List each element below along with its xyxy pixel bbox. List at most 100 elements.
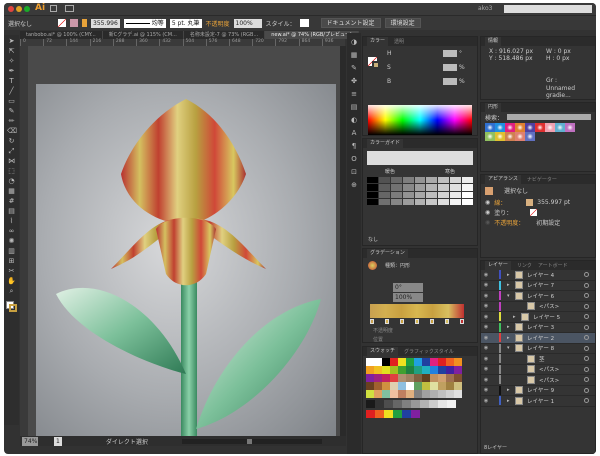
- guide-swatch[interactable]: [378, 177, 390, 184]
- swatch[interactable]: [402, 410, 411, 418]
- guide-swatch[interactable]: [462, 191, 473, 198]
- bridge-icon[interactable]: [50, 5, 57, 12]
- guide-swatch[interactable]: [438, 177, 450, 184]
- swatch[interactable]: [422, 358, 430, 366]
- guide-swatch[interactable]: [414, 198, 426, 205]
- layer-name[interactable]: レイヤー 9: [527, 386, 554, 394]
- swatch[interactable]: [382, 390, 390, 398]
- swatch[interactable]: [446, 374, 454, 382]
- artboard[interactable]: [36, 84, 336, 439]
- swatch[interactable]: [366, 382, 374, 390]
- swatch[interactable]: [454, 358, 462, 366]
- stroke-label[interactable]: 線：: [494, 198, 506, 207]
- tab-graphic-styles[interactable]: グラフィックスタイル: [404, 348, 454, 355]
- hand-tool-icon[interactable]: ✋: [7, 277, 16, 285]
- zoom-field[interactable]: 74%: [22, 436, 38, 446]
- zoom-tool-icon[interactable]: ⌕: [7, 287, 16, 295]
- s-field[interactable]: [443, 64, 457, 71]
- layer-name[interactable]: レイヤー 4: [527, 271, 554, 279]
- layer-row[interactable]: ◉ ▾ レイヤー 8: [481, 343, 595, 354]
- expand-arrow-icon[interactable]: ▸: [507, 282, 515, 288]
- tab-brushes[interactable]: 円形: [485, 103, 502, 112]
- swatch[interactable]: [446, 390, 454, 398]
- target-circle-icon[interactable]: [584, 366, 589, 372]
- guide-swatch[interactable]: [402, 191, 414, 198]
- guide-swatch[interactable]: [426, 177, 438, 184]
- aspect-ratio-field[interactable]: 100%: [393, 293, 423, 302]
- brush-icon[interactable]: ✎: [350, 64, 358, 72]
- layer-name[interactable]: レイヤー 8: [527, 344, 554, 352]
- transform-icon[interactable]: ⊡: [350, 168, 358, 176]
- swatch[interactable]: [384, 410, 393, 418]
- swatch[interactable]: [414, 390, 422, 398]
- swatch[interactable]: [366, 410, 375, 418]
- guide-swatch[interactable]: [438, 191, 450, 198]
- swatch[interactable]: [398, 366, 406, 374]
- guide-swatch[interactable]: [367, 184, 378, 191]
- swatch[interactable]: [414, 366, 422, 374]
- fill-stroke-indicator[interactable]: [6, 301, 17, 312]
- guide-swatch[interactable]: [450, 191, 462, 198]
- swatch[interactable]: [393, 400, 402, 408]
- brush-swatch[interactable]: [505, 132, 515, 141]
- swatch[interactable]: [454, 390, 462, 398]
- layer-name[interactable]: <パス>: [539, 376, 559, 384]
- layer-name[interactable]: レイヤー 2: [527, 334, 554, 342]
- tab-links[interactable]: リンク: [517, 262, 532, 269]
- swatch[interactable]: [446, 358, 454, 366]
- swatch[interactable]: [374, 374, 382, 382]
- visibility-eye-icon[interactable]: ◉: [481, 398, 491, 404]
- swatch[interactable]: [398, 374, 406, 382]
- pen-tool-icon[interactable]: ✒: [7, 67, 16, 75]
- swatch[interactable]: [406, 358, 414, 366]
- swatch[interactable]: [366, 390, 374, 398]
- guide-swatch[interactable]: [414, 177, 426, 184]
- stroke-icon[interactable]: ≡: [350, 90, 358, 98]
- visibility-eye-icon[interactable]: ◉: [481, 314, 491, 320]
- swatch[interactable]: [374, 382, 382, 390]
- guide-swatch[interactable]: [378, 191, 390, 198]
- b-field[interactable]: [443, 78, 457, 85]
- swatch[interactable]: [430, 390, 438, 398]
- layer-row[interactable]: ◉ ▸ レイヤー 9: [481, 385, 595, 396]
- guide-swatch[interactable]: [462, 177, 473, 184]
- brush-swatch[interactable]: [525, 132, 535, 141]
- layer-row[interactable]: ◉ ▸ レイヤー 3: [481, 322, 595, 333]
- workspace-user[interactable]: ako3: [478, 5, 492, 12]
- guide-swatch[interactable]: [402, 198, 414, 205]
- brush-swatch[interactable]: [515, 123, 525, 132]
- visibility-eye-icon[interactable]: ◉: [481, 272, 491, 278]
- free-transform-icon[interactable]: ⬚: [7, 167, 16, 175]
- expand-arrow-icon[interactable]: ▸: [513, 314, 521, 320]
- document-tab[interactable]: 名称未設定-7 @ 73% (RGB...: [184, 31, 266, 39]
- help-search-input[interactable]: [504, 5, 592, 13]
- paintbrush-tool-icon[interactable]: ✎: [7, 107, 16, 115]
- gradient-tool-icon[interactable]: ▤: [7, 207, 16, 215]
- blend-tool-icon[interactable]: ∞: [7, 227, 16, 235]
- rectangle-tool-icon[interactable]: ▭: [7, 97, 16, 105]
- swatch[interactable]: [438, 358, 446, 366]
- guide-swatch[interactable]: [426, 191, 438, 198]
- swatch[interactable]: [374, 358, 382, 366]
- minimize-button[interactable]: [16, 6, 22, 12]
- style-swatch[interactable]: [299, 19, 309, 27]
- swatch[interactable]: [382, 382, 390, 390]
- swatch[interactable]: [438, 366, 446, 374]
- layer-row[interactable]: ◉ 茎: [481, 354, 595, 365]
- layer-name[interactable]: レイヤー 3: [527, 323, 554, 331]
- swatch-icon[interactable]: ▦: [350, 51, 358, 59]
- visibility-eye-icon[interactable]: ◉: [481, 345, 491, 351]
- guide-swatch[interactable]: [367, 177, 378, 184]
- swatch[interactable]: [406, 374, 414, 382]
- visibility-eye-icon[interactable]: ◉: [481, 366, 491, 372]
- expand-arrow-icon[interactable]: ▸: [507, 335, 515, 341]
- visibility-eye-icon[interactable]: ◉: [481, 356, 491, 362]
- swatch[interactable]: [382, 374, 390, 382]
- selection-tool-icon[interactable]: ➤: [7, 37, 16, 45]
- guide-swatch[interactable]: [462, 184, 473, 191]
- guide-swatch[interactable]: [402, 177, 414, 184]
- fill-swatch[interactable]: [530, 208, 538, 216]
- swatch[interactable]: [411, 400, 420, 408]
- swatch[interactable]: [422, 374, 430, 382]
- angle-field[interactable]: 0°: [393, 283, 423, 292]
